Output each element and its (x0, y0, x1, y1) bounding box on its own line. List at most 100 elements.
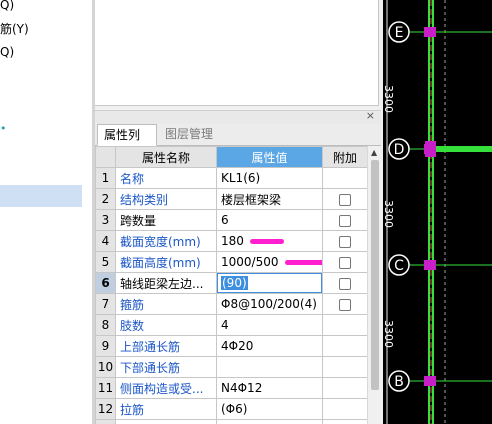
column-marker (424, 27, 436, 37)
property-value[interactable]: KL1(6) (216, 167, 323, 189)
scroll-thumb[interactable] (371, 160, 379, 390)
property-row[interactable]: 3 跨数量 6 (95, 209, 368, 231)
property-row[interactable]: 9 上部通长筋 4Φ20 (95, 335, 368, 357)
property-grid: 属性名称 属性值 附加 1 名称 KL1(6) 2 结构类别 楼层框架梁 3 跨数量 6 4 截面宽… (95, 146, 368, 424)
axis-label: C (394, 258, 404, 274)
property-panel: × 属性列表 图层管理 属性名称 属性值 附加 1名称 KL1(6) 2结构类别楼层… (95, 0, 383, 424)
extra-cell (322, 377, 368, 399)
extra-checkbox[interactable] (339, 298, 351, 311)
column-header-value[interactable]: 属性值 (216, 146, 323, 168)
row-number: 4 (95, 230, 116, 252)
pane-header: × (95, 109, 381, 124)
row-number: 10 (95, 356, 116, 378)
property-value[interactable]: Φ8@100/200(4) (216, 293, 323, 315)
extra-checkbox[interactable] (339, 235, 351, 248)
property-value-text: KL1(6) (221, 171, 261, 185)
menu-item[interactable]: Q) (0, 43, 14, 61)
extra-cell (322, 335, 368, 357)
property-name[interactable]: 侧面构造或受... (115, 377, 217, 399)
property-name[interactable]: 截面宽度(mm) (115, 230, 217, 252)
property-row[interactable]: 13定额类别单梁 (95, 419, 368, 424)
property-name[interactable]: 截面高度(mm) (115, 251, 217, 273)
extra-cell (322, 209, 368, 231)
property-name[interactable]: 定额类别 (115, 419, 217, 424)
column-marker (424, 376, 436, 386)
row-number: 11 (95, 377, 116, 399)
grid-header-row: 属性名称 属性值 附加 (95, 146, 368, 168)
property-row[interactable]: 6 轴线距梁左边... (90) (95, 272, 368, 294)
property-name[interactable]: 跨数量 (115, 209, 217, 231)
property-row[interactable]: 5 截面高度(mm) 1000/500 (95, 251, 368, 273)
property-value-text: 180 (221, 234, 244, 248)
property-name[interactable]: 拉筋 (115, 398, 217, 420)
menu-item[interactable]: Q) (0, 0, 14, 14)
row-number: 12 (95, 398, 116, 420)
vertical-scrollbar[interactable]: ▲ (367, 146, 381, 424)
column-header-extra[interactable]: 附加 (322, 146, 368, 168)
property-value[interactable]: N4Φ12 (216, 377, 323, 399)
row-number: 9 (95, 335, 116, 357)
beam-line (433, 146, 492, 152)
menu-item[interactable]: 筋(Y) (0, 20, 29, 38)
extra-cell (322, 419, 368, 424)
extra-checkbox[interactable] (339, 193, 351, 206)
dimension-text: 3300 (383, 200, 395, 228)
property-row[interactable]: 2 结构类别 楼层框架梁 (95, 188, 368, 210)
row-number: 1 (95, 167, 116, 189)
tab-properties[interactable]: 属性列表 (97, 124, 157, 163)
component-list-pane (95, 0, 379, 106)
property-name[interactable]: 肢数 (115, 314, 217, 336)
extra-cell (322, 272, 368, 294)
selected-text: (90) (221, 276, 248, 290)
property-value[interactable]: 楼层框架梁 (216, 188, 323, 210)
property-name[interactable]: 结构类别 (115, 188, 217, 210)
property-row[interactable]: 7 箍筋 Φ8@100/200(4) (95, 293, 368, 315)
property-row[interactable]: 4 截面宽度(mm) 180 (95, 230, 368, 252)
scroll-up-icon[interactable]: ▲ (371, 148, 377, 157)
property-name[interactable]: 轴线距梁左边... (115, 272, 217, 294)
property-name[interactable]: 上部通长筋 (115, 335, 217, 357)
extra-cell (322, 251, 368, 273)
property-value[interactable]: 单梁 (216, 419, 323, 424)
property-name[interactable]: 下部通长筋 (115, 356, 217, 378)
highlight-mark (284, 260, 322, 265)
property-value[interactable]: 4 (216, 314, 323, 336)
property-name[interactable]: 名称 (115, 167, 217, 189)
extra-cell (322, 167, 368, 189)
property-name[interactable]: 箍筋 (115, 293, 217, 315)
extra-checkbox[interactable] (339, 214, 351, 227)
property-value[interactable]: (Φ6) (216, 398, 323, 420)
close-icon[interactable]: × (366, 109, 375, 122)
cad-drawing[interactable]: E D C B 3300 3300 3300 (383, 0, 492, 424)
row-number: 3 (95, 209, 116, 231)
column-marker (425, 141, 436, 157)
extra-cell (322, 314, 368, 336)
property-value[interactable]: 1000/500 (216, 251, 323, 273)
property-value-editor[interactable]: (90) (216, 272, 323, 294)
dimension-text: 3300 (383, 85, 395, 113)
extra-checkbox[interactable] (339, 256, 351, 269)
property-value[interactable]: 4Φ20 (216, 335, 323, 357)
property-row[interactable]: 10 下部通长筋 (95, 356, 368, 378)
cad-viewport[interactable]: E D C B 3300 3300 3300 (383, 0, 492, 424)
row-number: 2 (95, 188, 116, 210)
property-row[interactable]: 8 肢数 4 (95, 314, 368, 336)
property-row[interactable]: 11 侧面构造或受... N4Φ12 (95, 377, 368, 399)
row-number: 13 (95, 419, 116, 424)
property-value[interactable] (216, 356, 323, 378)
property-value-text: Φ8@100/200(4) (221, 297, 317, 311)
tab-layers[interactable]: 图层管理 (159, 124, 223, 146)
highlight-mark (249, 239, 284, 244)
property-row[interactable]: 12 拉筋 (Φ6) (95, 398, 368, 420)
row-number: 5 (95, 251, 116, 273)
dimension-text: 3300 (383, 320, 395, 348)
property-value[interactable]: 6 (216, 209, 323, 231)
column-header-name[interactable]: 属性名称 (115, 146, 217, 168)
value-input[interactable]: (90) (217, 273, 322, 293)
property-value[interactable]: 180 (216, 230, 323, 252)
extra-checkbox[interactable] (339, 277, 351, 290)
property-row[interactable]: 1 名称 KL1(6) (95, 167, 368, 189)
row-number: 7 (95, 293, 116, 315)
selected-menu-item[interactable] (0, 185, 82, 207)
row-number: 6 (95, 272, 116, 294)
